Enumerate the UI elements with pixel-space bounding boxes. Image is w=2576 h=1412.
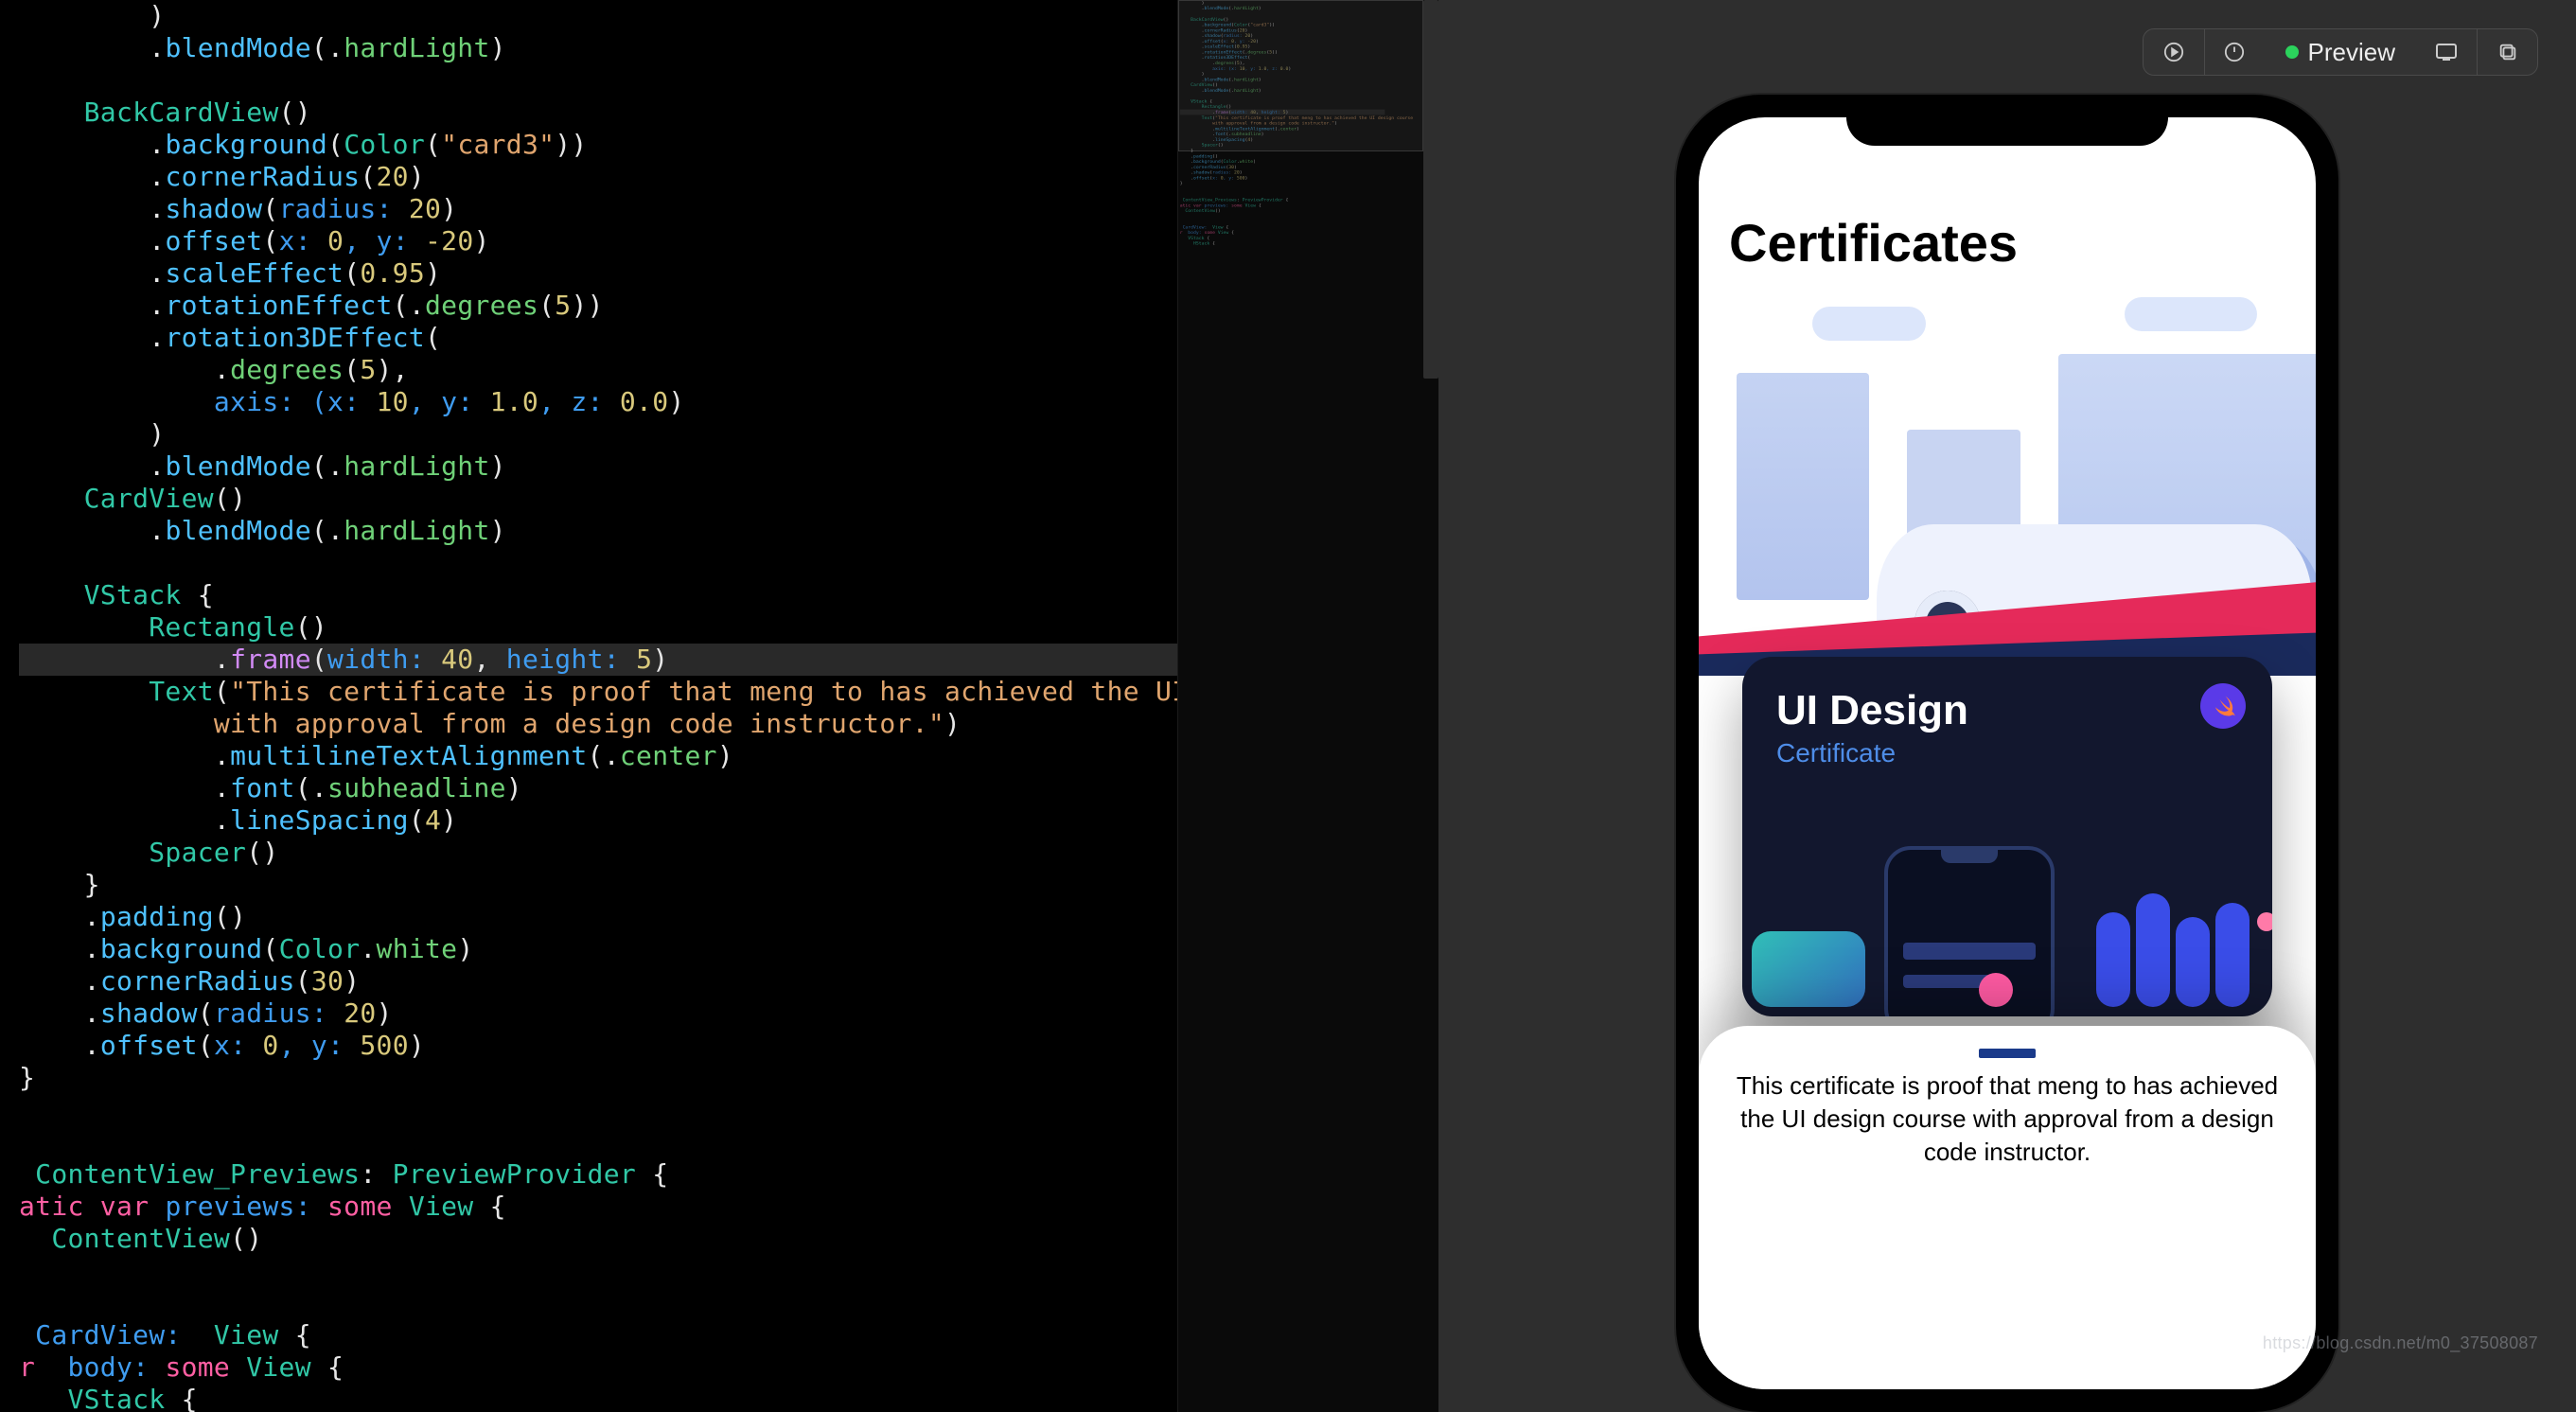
type-BackCardView: BackCardView bbox=[1191, 16, 1223, 22]
editor-pane: ) .blendMode(.hardLight) BackCardView() … bbox=[0, 0, 1438, 1412]
preview-toolbar: Preview bbox=[2143, 28, 2538, 76]
type-VStack: VStack bbox=[84, 579, 182, 610]
screen-title: Certificates bbox=[1729, 212, 2018, 274]
minimap[interactable]: ) .blendMode(.hardLight) BackCardView() … bbox=[1177, 0, 1423, 1412]
phone-screen[interactable]: Certificates UI Design Certificate bbox=[1699, 117, 2316, 1389]
type-VStack: VStack bbox=[1191, 98, 1207, 104]
method-frame: frame bbox=[230, 644, 311, 675]
sheet-grabber[interactable] bbox=[1979, 1049, 2036, 1058]
notch bbox=[1846, 95, 2168, 146]
certificate-card[interactable]: UI Design Certificate bbox=[1742, 657, 2272, 1016]
type-BackCardView: BackCardView bbox=[84, 97, 279, 128]
card-title: UI Design bbox=[1776, 687, 2238, 734]
swift-icon bbox=[2200, 683, 2246, 729]
status-dot-icon bbox=[2285, 45, 2299, 59]
bottom-sheet[interactable]: This certificate is proof that meng to h… bbox=[1699, 1026, 2316, 1389]
duplicate-button[interactable] bbox=[2477, 29, 2537, 75]
power-button[interactable] bbox=[2204, 29, 2265, 75]
device-button[interactable] bbox=[2416, 29, 2477, 75]
watermark: https://blog.csdn.net/m0_37508087 bbox=[2263, 1333, 2538, 1353]
preview-pane: Preview Certificates bbox=[1438, 0, 2576, 1412]
card-decoration bbox=[1742, 846, 2272, 1016]
vertical-scrollbar[interactable] bbox=[1423, 0, 1438, 1412]
code-editor[interactable]: ) .blendMode(.hardLight) BackCardView() … bbox=[0, 0, 1177, 1412]
method-frame: frame bbox=[1215, 110, 1228, 115]
play-button[interactable] bbox=[2144, 29, 2204, 75]
method-blendMode: blendMode bbox=[165, 32, 310, 63]
type-CardView: CardView bbox=[1191, 82, 1212, 88]
scrollbar-thumb[interactable] bbox=[1423, 0, 1438, 379]
preview-label: Preview bbox=[2308, 38, 2395, 67]
background-illustration bbox=[1699, 278, 2316, 676]
sheet-text: This certificate is proof that meng to h… bbox=[1725, 1069, 2289, 1169]
method-blendMode: blendMode bbox=[1204, 6, 1228, 11]
iphone-frame: Certificates UI Design Certificate bbox=[1676, 95, 2338, 1412]
card-subtitle: Certificate bbox=[1776, 738, 2238, 768]
xcode-window: ) .blendMode(.hardLight) BackCardView() … bbox=[0, 0, 2576, 1412]
preview-status[interactable]: Preview bbox=[2265, 29, 2416, 75]
type-CardView: CardView bbox=[84, 483, 214, 514]
